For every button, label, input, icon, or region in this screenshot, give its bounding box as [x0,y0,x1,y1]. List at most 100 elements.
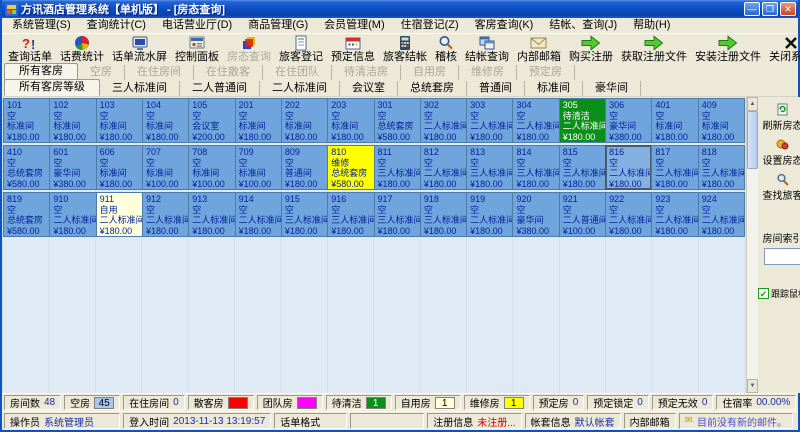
room-card-912[interactable]: 912空二人标准间¥180.00 [142,192,189,237]
room-card-923[interactable]: 923空二人标准间¥180.00 [651,192,698,237]
query-call-button[interactable]: ?!查询话单 [4,34,56,64]
room-card-105[interactable]: 105空会议室¥200.00 [188,98,235,143]
room-card-601[interactable]: 601空豪华间¥380.00 [49,145,96,190]
status-tab-7[interactable]: 自用房 [401,65,459,80]
room-card-922[interactable]: 922空二人标准间¥180.00 [605,192,652,237]
room-card-817[interactable]: 817空二人标准间¥180.00 [651,145,698,190]
room-card-305[interactable]: 305待清洁二人标准间¥180.00 [559,98,606,143]
restore-button[interactable]: ❐ [762,2,778,16]
menu-item-4[interactable]: 商品管理(G) [240,18,316,33]
room-card-410[interactable]: 410空总统套房¥580.00 [3,145,50,190]
scroll-thumb[interactable] [747,111,758,169]
type-tab-9[interactable]: 豪华间 [583,81,641,96]
menu-item-9[interactable]: 帮助(H) [625,18,678,33]
room-card-913[interactable]: 913空二人标准间¥180.00 [188,192,235,237]
room-card-819[interactable]: 819空总统套房¥580.00 [3,192,50,237]
menu-item-8[interactable]: 结帐、查询(J) [541,18,625,33]
find-guest-button[interactable]: 查找旅客 [763,173,800,202]
room-card-813[interactable]: 813空三人标准间¥180.00 [466,145,513,190]
room-card-811[interactable]: 811空三人标准间¥180.00 [374,145,421,190]
status-tab-8[interactable]: 维修房 [459,65,517,80]
scroll-down-icon[interactable]: ▼ [747,379,758,393]
room-card-917[interactable]: 917空三人标准间¥180.00 [374,192,421,237]
room-card-707[interactable]: 707空标准间¥100.00 [142,145,189,190]
room-card-915[interactable]: 915空三人标准间¥180.00 [281,192,328,237]
room-card-911[interactable]: 911自用二人标准间¥180.00 [96,192,143,237]
status-tab-2[interactable]: 空房 [78,65,125,80]
status-tab-6[interactable]: 待清洁房 [332,65,401,80]
vertical-scrollbar[interactable]: ▲ ▼ [746,97,758,393]
status-tab-4[interactable]: 在住散客 [194,65,263,80]
room-card-103[interactable]: 103空标准间¥180.00 [96,98,143,143]
room-card-916[interactable]: 916空三人标准间¥180.00 [327,192,374,237]
room-card-409[interactable]: 409空标准间¥180.00 [698,98,745,143]
get-regfile-button[interactable]: 获取注册文件 [617,34,691,64]
type-tab-5[interactable]: 会议室 [340,81,398,96]
buy-register-button[interactable]: 购买注册 [565,34,617,64]
menu-item-2[interactable]: 查询统计(C) [79,18,154,33]
room-card-924[interactable]: 924空二人标准间¥180.00 [698,192,745,237]
type-tab-3[interactable]: 二人普通间 [180,81,260,96]
refresh-status-button[interactable]: 刷新房态 [763,103,800,132]
room-card-809[interactable]: 809空普通间¥180.00 [281,145,328,190]
type-tab-2[interactable]: 三人标准间 [100,81,180,96]
call-flow-button[interactable]: 话单流水屏 [108,34,171,64]
type-tab-4[interactable]: 二人标准间 [260,81,340,96]
audit-button[interactable]: 稽核 [431,34,461,64]
room-card-818[interactable]: 818空三人标准间¥180.00 [698,145,745,190]
settle-query-button[interactable]: 结帐查询 [461,34,513,64]
scroll-track[interactable] [747,169,758,379]
room-card-919[interactable]: 919空二人标准间¥180.00 [466,192,513,237]
booking-info-button[interactable]: 预定信息 [327,34,379,64]
room-card-302[interactable]: 302空二人标准间¥180.00 [420,98,467,143]
room-card-708[interactable]: 708空标准间¥100.00 [188,145,235,190]
install-regfile-button[interactable]: 安装注册文件 [691,34,765,64]
menu-item-5[interactable]: 会员管理(M) [316,18,393,33]
room-card-910[interactable]: 910空二人标准间¥180.00 [49,192,96,237]
room-card-812[interactable]: 812空二人标准间¥180.00 [420,145,467,190]
close-button[interactable]: ✕ [780,2,796,16]
room-index-input[interactable] [764,248,800,265]
room-card-815[interactable]: 815空三人标准间¥180.00 [559,145,606,190]
room-card-306[interactable]: 306空豪华间¥380.00 [605,98,652,143]
room-card-101[interactable]: 101空标准间¥180.00 [3,98,50,143]
room-card-921[interactable]: 921空二人普通间¥100.00 [559,192,606,237]
track-mouse-toggle[interactable]: ✔ 跟踪鼠标 [758,287,800,300]
minimize-button[interactable]: — [744,2,760,16]
room-card-914[interactable]: 914空二人标准间¥180.00 [235,192,282,237]
checkbox-checked-icon[interactable]: ✔ [758,288,769,299]
status-tab-3[interactable]: 在住房间 [125,65,194,80]
room-card-304[interactable]: 304空二人标准间¥180.00 [512,98,559,143]
type-tab-6[interactable]: 总统套房 [398,81,467,96]
room-card-606[interactable]: 606空标准间¥180.00 [96,145,143,190]
call-fee-stats-button[interactable]: 话费统计 [56,34,108,64]
status-tab-1[interactable]: 所有客房 [4,63,78,80]
close-system-button[interactable]: 关闭系统 [765,34,800,64]
room-card-102[interactable]: 102空标准间¥180.00 [49,98,96,143]
guest-checkin-button[interactable]: 旅客登记 [275,34,327,64]
status-tab-9[interactable]: 预定房 [517,65,575,80]
room-card-202[interactable]: 202空标准间¥180.00 [281,98,328,143]
status-tab-5[interactable]: 在住团队 [263,65,332,80]
menu-item-3[interactable]: 电话营业厅(D) [154,18,240,33]
guest-checkout-button[interactable]: 旅客结帐 [379,34,431,64]
room-card-201[interactable]: 201空标准间¥180.00 [235,98,282,143]
menu-item-1[interactable]: 系统管理(S) [4,18,79,33]
control-panel-button[interactable]: 控制面板 [171,34,223,64]
type-tab-1[interactable]: 所有客房等级 [4,79,100,96]
menu-item-7[interactable]: 客房查询(K) [467,18,542,33]
room-card-814[interactable]: 814空三人标准间¥180.00 [512,145,559,190]
room-card-816[interactable]: 816空二人标准间¥180.00 [605,145,652,190]
room-card-709[interactable]: 709空标准间¥100.00 [235,145,282,190]
type-tab-7[interactable]: 普通间 [467,81,525,96]
room-card-301[interactable]: 301空总统套房¥580.00 [374,98,421,143]
internal-mail-button[interactable]: 内部邮箱 [513,34,565,64]
room-card-303[interactable]: 303空二人标准间¥180.00 [466,98,513,143]
room-card-920[interactable]: 920空豪华间¥380.00 [512,192,559,237]
room-card-401[interactable]: 401空标准间¥180.00 [651,98,698,143]
room-card-104[interactable]: 104空标准间¥180.00 [142,98,189,143]
room-card-918[interactable]: 918空三人标准间¥180.00 [420,192,467,237]
room-card-203[interactable]: 203空标准间¥180.00 [327,98,374,143]
scroll-up-icon[interactable]: ▲ [747,97,758,111]
room-card-810[interactable]: 810维修总统套房¥580.00 [327,145,374,190]
